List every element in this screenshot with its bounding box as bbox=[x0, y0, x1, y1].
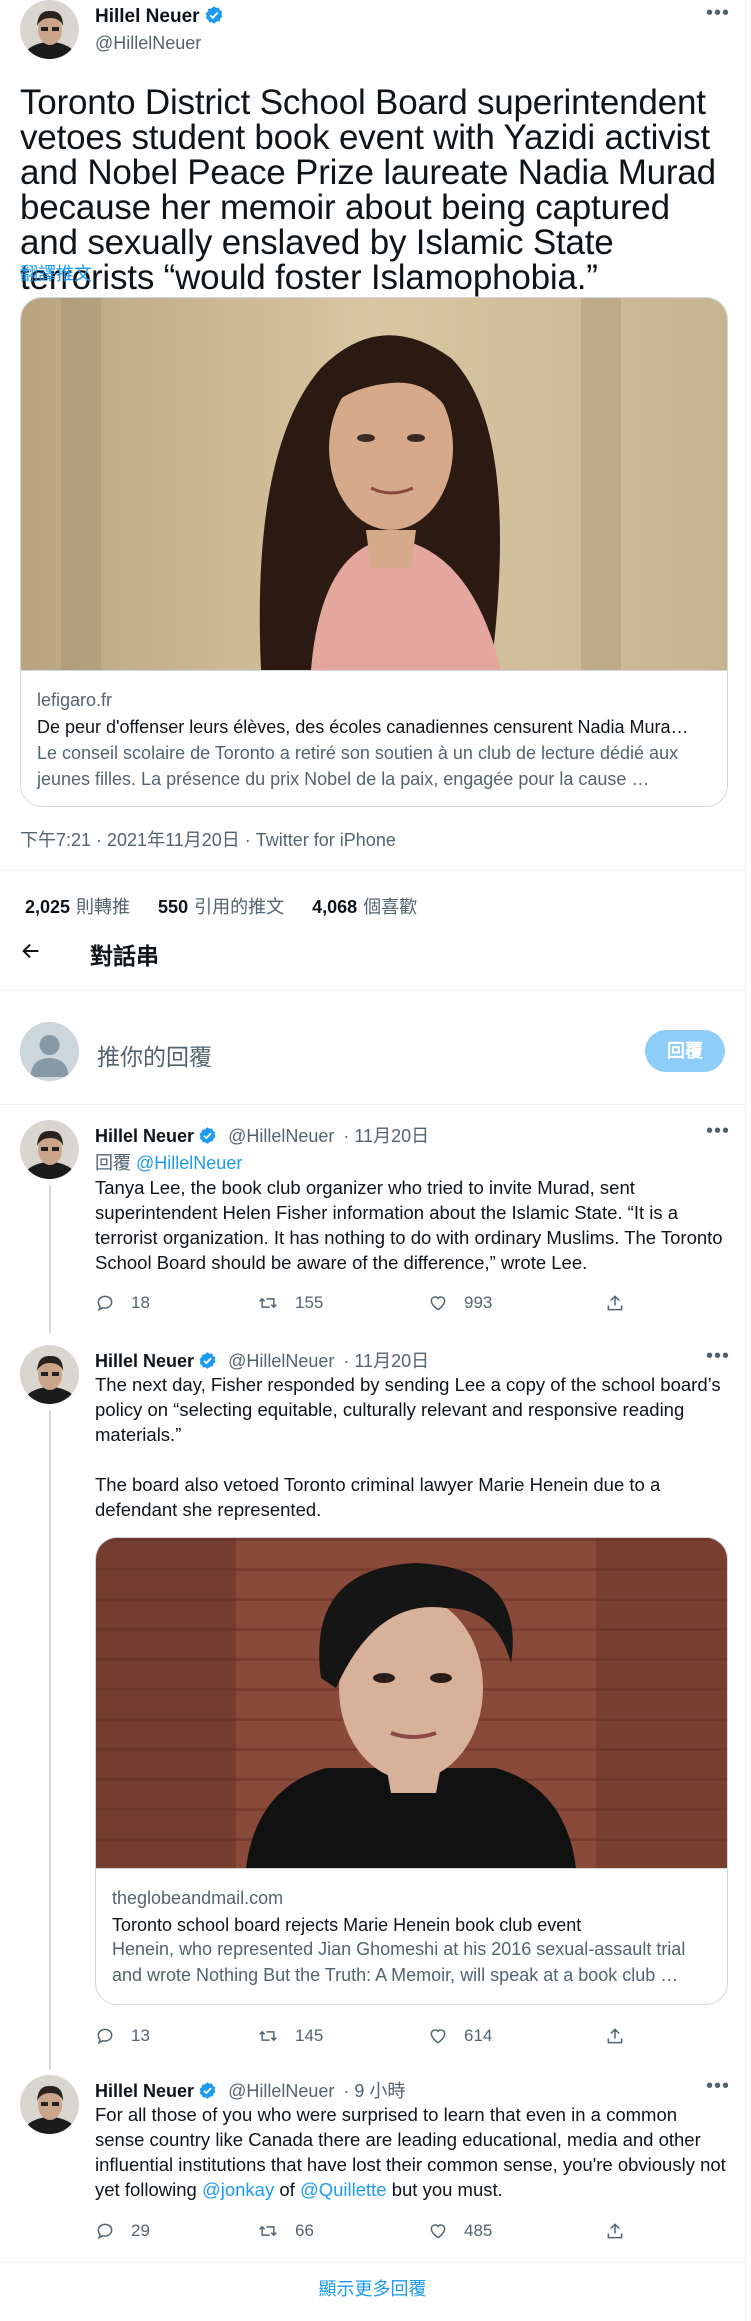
retweet-action[interactable]: 66 bbox=[257, 2221, 314, 2241]
retweet-icon bbox=[259, 1297, 277, 1309]
card-image bbox=[96, 1538, 727, 1868]
reply-time[interactable]: · 11月20日 bbox=[343, 1351, 429, 1371]
column-divider bbox=[745, 0, 746, 2321]
comment-icon bbox=[97, 2028, 113, 2045]
replying-to-mention[interactable]: @HillelNeuer bbox=[136, 1153, 242, 1173]
retweet-action[interactable]: 155 bbox=[257, 1293, 323, 1313]
more-options-icon[interactable]: ••• bbox=[706, 2, 730, 25]
retweet-icon bbox=[259, 2030, 277, 2042]
reply-header: Hillel Neuer @HillelNeuer · 11月20日 bbox=[95, 1122, 429, 1150]
reply-time[interactable]: · 11月20日 bbox=[343, 1126, 429, 1146]
share-action[interactable] bbox=[605, 2026, 625, 2046]
tweet-text: Toronto District School Board superinten… bbox=[20, 83, 716, 297]
author-handle[interactable]: @HillelNeuer bbox=[228, 2081, 334, 2101]
thread-connector bbox=[49, 1410, 51, 2070]
more-options-icon[interactable]: ••• bbox=[706, 1120, 730, 1143]
author-avatar[interactable] bbox=[20, 1120, 79, 1179]
comment-icon bbox=[97, 2223, 113, 2240]
likes-stat[interactable]: 4,068 個喜歡 bbox=[312, 893, 417, 919]
card-domain: lefigaro.fr bbox=[37, 690, 113, 710]
reply-text: For all those of you who were surprised … bbox=[95, 2104, 726, 2200]
verified-badge-icon bbox=[198, 1126, 217, 1150]
author-name[interactable]: Hillel Neuer bbox=[95, 2081, 194, 2101]
card-title: De peur d'offenser leurs élèves, des éco… bbox=[37, 717, 689, 737]
author-name[interactable]: Hillel Neuer bbox=[95, 6, 200, 27]
author-name[interactable]: Hillel Neuer bbox=[95, 1126, 194, 1146]
link-preview-card[interactable]: lefigaro.fr De peur d'offenser leurs élè… bbox=[20, 297, 728, 807]
card-domain: theglobeandmail.com bbox=[112, 1888, 284, 1908]
card-description: Henein, who represented Jian Ghomeshi at… bbox=[112, 1939, 686, 1985]
show-more-replies-link[interactable]: 顯示更多回覆 bbox=[0, 2275, 745, 2301]
author-name-row[interactable]: Hillel Neuer bbox=[95, 5, 224, 30]
author-avatar[interactable] bbox=[20, 1345, 79, 1404]
author-handle[interactable]: @HillelNeuer bbox=[228, 1351, 334, 1371]
user-avatar[interactable] bbox=[20, 1022, 79, 1081]
share-action[interactable] bbox=[605, 2221, 625, 2241]
author-avatar[interactable] bbox=[20, 2075, 79, 2134]
share-icon bbox=[607, 1295, 623, 1311]
mention-link[interactable]: @Quillette bbox=[300, 2179, 387, 2200]
author-name[interactable]: Hillel Neuer bbox=[95, 1351, 194, 1371]
comment-icon bbox=[97, 1295, 113, 1312]
reply-button[interactable]: 回覆 bbox=[645, 1030, 725, 1072]
divider bbox=[0, 870, 745, 871]
reply-text: Tanya Lee, the book club organizer who t… bbox=[95, 1177, 723, 1273]
reply-action[interactable]: 29 bbox=[95, 2221, 150, 2241]
reply-header: Hillel Neuer @HillelNeuer · 11月20日 bbox=[95, 1347, 429, 1375]
tweet-stats: 2,025 則轉推 550 引用的推文 4,068 個喜歡 bbox=[25, 893, 417, 919]
thread-connector bbox=[49, 1185, 51, 1333]
link-preview-card[interactable]: theglobeandmail.com Toronto school board… bbox=[95, 1537, 728, 2005]
reply-input[interactable]: 推你的回覆 bbox=[97, 1038, 212, 1072]
card-description: Le conseil scolaire de Toronto a retiré … bbox=[37, 743, 679, 789]
translate-tweet-link[interactable]: 翻譯推文 bbox=[20, 260, 92, 286]
reply-time[interactable]: · 9 小時 bbox=[343, 2081, 405, 2101]
like-action[interactable]: 614 bbox=[428, 2026, 492, 2046]
heart-icon bbox=[430, 1296, 446, 1311]
share-icon bbox=[607, 2223, 623, 2239]
retweet-icon bbox=[259, 2225, 277, 2237]
tweet-page: Hillel Neuer @HillelNeuer ••• Toronto Di… bbox=[0, 0, 751, 2321]
heart-icon bbox=[430, 2224, 446, 2239]
retweet-action[interactable]: 145 bbox=[257, 2026, 323, 2046]
share-action[interactable] bbox=[605, 1293, 625, 1313]
reply-text: The board also vetoed Toronto criminal l… bbox=[95, 1474, 661, 1520]
more-options-icon[interactable]: ••• bbox=[706, 1345, 730, 1368]
thread-title: 對話串 bbox=[90, 943, 159, 969]
retweets-stat[interactable]: 2,025 則轉推 bbox=[25, 893, 130, 919]
divider bbox=[0, 1104, 745, 1105]
reply-text: The next day, Fisher responded by sendin… bbox=[95, 1374, 721, 1445]
share-icon bbox=[607, 2028, 623, 2044]
verified-badge-icon bbox=[204, 5, 224, 30]
like-action[interactable]: 993 bbox=[428, 1293, 492, 1313]
back-arrow-icon[interactable] bbox=[20, 940, 42, 968]
author-handle[interactable]: @HillelNeuer bbox=[95, 33, 201, 54]
quotes-stat[interactable]: 550 引用的推文 bbox=[158, 893, 284, 919]
replying-to: 回覆 @HillelNeuer bbox=[95, 1153, 243, 1173]
author-handle[interactable]: @HillelNeuer bbox=[228, 1126, 334, 1146]
reply-action[interactable]: 18 bbox=[95, 1293, 150, 1313]
more-options-icon[interactable]: ••• bbox=[706, 2075, 730, 2098]
mention-link[interactable]: @jonkay bbox=[202, 2179, 274, 2200]
tweet-timestamp[interactable]: 下午7:21 · 2021年11月20日 · Twitter for iPhon… bbox=[20, 826, 396, 852]
like-action[interactable]: 485 bbox=[428, 2221, 492, 2241]
divider bbox=[0, 990, 745, 991]
reply-header: Hillel Neuer @HillelNeuer · 9 小時 bbox=[95, 2077, 405, 2105]
divider bbox=[0, 2262, 745, 2263]
card-title: Toronto school board rejects Marie Henei… bbox=[112, 1915, 582, 1935]
heart-icon bbox=[430, 2029, 446, 2044]
card-image bbox=[21, 298, 727, 670]
reply-action[interactable]: 13 bbox=[95, 2026, 150, 2046]
author-avatar[interactable] bbox=[20, 0, 79, 59]
